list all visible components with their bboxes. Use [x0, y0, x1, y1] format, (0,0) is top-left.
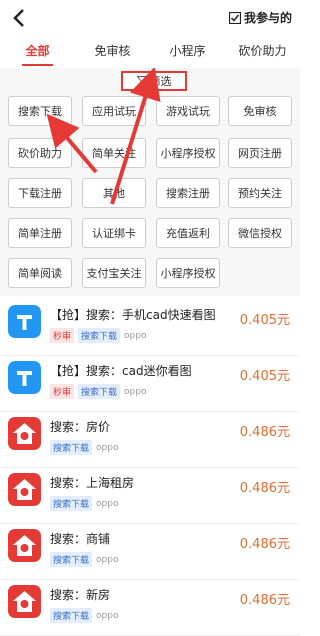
task-title: 搜索：房价 — [50, 420, 111, 434]
tag-brand: oppo — [124, 386, 147, 397]
tag-instant-review: 秒审 — [50, 328, 75, 343]
tag-type: 搜索下载 — [78, 384, 121, 399]
task-row[interactable]: 搜索：商铺 搜索下载 oppo 0.486元 — [0, 524, 300, 580]
my-participation-button[interactable]: 我参与的 — [228, 9, 292, 26]
tab-all[interactable]: 全部 — [0, 36, 75, 68]
chip-web-register[interactable]: 网页注册 — [228, 138, 292, 168]
chip-mini-program-auth[interactable]: 小程序授权 — [156, 138, 220, 168]
chip-no-review[interactable]: 免审核 — [228, 96, 292, 126]
tab-bargain[interactable]: 砍价助力 — [225, 36, 300, 68]
chip-simple-register[interactable]: 简单注册 — [8, 218, 72, 248]
task-price: 0.486元 — [239, 537, 290, 552]
chip-app-trial[interactable]: 应用试玩 — [82, 96, 146, 126]
chip-simple-follow[interactable]: 简单关注 — [82, 138, 146, 168]
chip-reserve-follow[interactable]: 预约关注 — [228, 178, 292, 208]
cad-app-icon — [8, 305, 41, 338]
chip-wechat-auth[interactable]: 微信授权 — [228, 218, 292, 248]
task-price: 0.486元 — [239, 593, 290, 608]
tag-brand: oppo — [96, 442, 119, 453]
task-price: 0.405元 — [239, 369, 290, 384]
task-title: 搜索：上海租房 — [50, 476, 135, 490]
house-app-icon — [8, 417, 41, 450]
checkbox-icon — [228, 11, 241, 24]
filter-panel: 筛选 搜索下载 应用试玩 游戏试玩 免审核 砍价助力 简单关注 小程序授权 网页… — [0, 68, 300, 296]
task-row[interactable]: 搜索：上海租房 搜索下载 oppo 0.486元 — [0, 468, 300, 524]
chevron-left-icon[interactable] — [8, 6, 32, 30]
chip-search-download[interactable]: 搜索下载 — [8, 96, 72, 126]
chip-download-register[interactable]: 下载注册 — [8, 178, 72, 208]
filter-icon — [136, 75, 147, 87]
house-app-icon — [8, 529, 41, 562]
cad-app-icon — [8, 361, 41, 394]
task-price: 0.486元 — [239, 425, 290, 440]
filter-label: 筛选 — [149, 75, 172, 88]
tag-type: 搜索下载 — [50, 496, 93, 511]
top-bar: 我参与的 — [0, 0, 300, 36]
task-row[interactable]: 搜索：房价 搜索下载 oppo 0.486元 — [0, 412, 300, 468]
task-price: 0.405元 — [239, 313, 290, 328]
chip-game-trial[interactable]: 游戏试玩 — [156, 96, 220, 126]
tag-instant-review: 秒审 — [50, 384, 75, 399]
tag-type: 搜索下载 — [50, 440, 93, 455]
tab-mini-program[interactable]: 小程序 — [150, 36, 225, 68]
tag-type: 搜索下载 — [50, 608, 93, 623]
tag-brand: oppo — [96, 498, 119, 509]
tag-brand: oppo — [96, 610, 119, 621]
chip-simple-read[interactable]: 简单阅读 — [8, 258, 72, 288]
task-row[interactable]: 【抢】搜索：手机cad快速看图 秒审 搜索下载 oppo 0.405元 — [0, 300, 300, 356]
my-participation-label: 我参与的 — [243, 11, 292, 25]
task-row[interactable]: 搜索：新房 搜索下载 oppo 0.486元 — [0, 580, 300, 636]
chip-bargain[interactable]: 砍价助力 — [8, 138, 72, 168]
task-title: 【抢】搜索：cad迷你看图 — [50, 364, 192, 378]
tag-type: 搜索下载 — [50, 552, 93, 567]
chip-recharge-rebate[interactable]: 充值返利 — [156, 218, 220, 248]
tab-no-review[interactable]: 免审核 — [75, 36, 150, 68]
task-title: 搜索：新房 — [50, 588, 111, 602]
task-price: 0.486元 — [239, 481, 290, 496]
chip-mini-program-auth-2[interactable]: 小程序授权 — [156, 258, 220, 288]
tag-type: 搜索下载 — [78, 328, 121, 343]
tag-brand: oppo — [124, 330, 147, 341]
house-app-icon — [8, 585, 41, 618]
tag-brand: oppo — [96, 554, 119, 565]
task-row[interactable]: 【抢】搜索：cad迷你看图 秒审 搜索下载 oppo 0.405元 — [0, 356, 300, 412]
category-tabs: 全部 免审核 小程序 砍价助力 — [0, 36, 300, 69]
chip-other[interactable]: 其他 — [82, 178, 146, 208]
house-app-icon — [8, 473, 41, 506]
chip-alipay-follow[interactable]: 支付宝关注 — [82, 258, 146, 288]
chip-verify-card[interactable]: 认证绑卡 — [82, 218, 146, 248]
task-title: 搜索：商铺 — [50, 532, 111, 546]
chip-search-register[interactable]: 搜索注册 — [156, 178, 220, 208]
filter-button[interactable]: 筛选 — [121, 71, 187, 91]
task-title: 【抢】搜索：手机cad快速看图 — [50, 308, 216, 322]
